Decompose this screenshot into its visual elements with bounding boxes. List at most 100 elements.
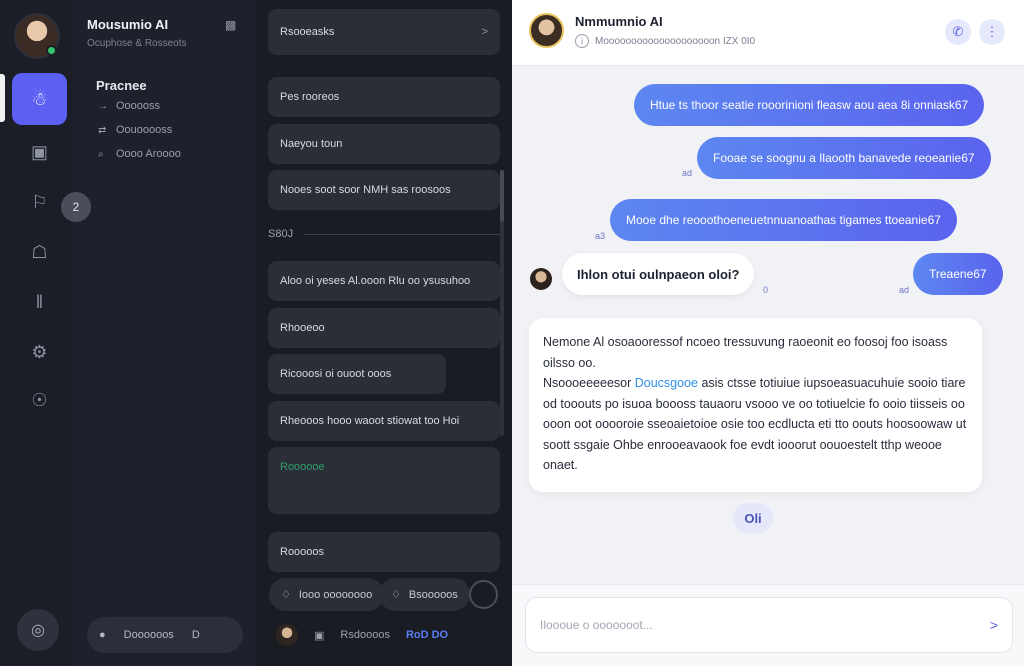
list-footer-accent[interactable]: RoD DO: [406, 629, 448, 641]
list-item-label: Ricooosi oi ouoot ooos: [280, 368, 392, 380]
chat-header: Nmmumnio AI i Moooooooooooooooooooon IZX…: [512, 0, 1024, 66]
active-indicator: [0, 74, 5, 122]
nav-item-label: Oooooss: [116, 100, 161, 112]
scrollbar-thumb[interactable]: [500, 170, 504, 222]
rail-briefcase-button[interactable]: ☖: [12, 226, 67, 278]
quick-reply-chip[interactable]: Oli: [733, 503, 773, 533]
send-icon[interactable]: >: [990, 617, 998, 633]
composer: >: [512, 584, 1024, 666]
list-divider: S80J: [268, 228, 500, 240]
reply-link[interactable]: Doucsgooe: [635, 376, 698, 390]
rail-footer-button[interactable]: ◎: [17, 609, 59, 651]
list-scrollbar[interactable]: [500, 170, 504, 436]
filter-pill[interactable]: ♢ Bsooooos: [379, 578, 470, 611]
composer-box: >: [525, 597, 1013, 653]
chevron-right-icon: >: [481, 26, 488, 38]
list-item-label: Nooes soot soor NMH sas roosoos: [280, 184, 451, 196]
icon-rail: ☃ ▣ ⚐ ☖ ‖ ⚙ ☉ ◎: [0, 0, 73, 666]
list-item[interactable]: Aloo oi yeses Al.ooon Rlu oo ysusuhoo: [268, 261, 500, 301]
nav-panel: Mousumio AI Ocuphose & Rosseots ▩ Pracne…: [61, 0, 256, 666]
chevron-icon: D: [191, 629, 200, 641]
rail-grid-button[interactable]: ▣: [12, 126, 67, 178]
nav-item-label: Oouooooss: [116, 124, 173, 136]
compose-box[interactable]: Roooooe: [268, 447, 500, 514]
nav-section-title: Pracnee: [96, 78, 147, 93]
reply-text: Nsoooeeeeesor: [543, 376, 635, 390]
rail-columns-button[interactable]: ‖: [12, 276, 67, 328]
grid-icon[interactable]: ▣: [314, 629, 324, 642]
status-ring-button[interactable]: [469, 580, 498, 609]
list-item[interactable]: Naeyou toun: [268, 124, 500, 164]
menu-icon: ⋮: [985, 24, 999, 39]
action-label: Rooooos: [280, 546, 325, 558]
rail-settings-button[interactable]: ⚙: [12, 326, 67, 378]
list-footer-label[interactable]: Rsdoooos: [340, 629, 390, 641]
online-indicator: [46, 45, 57, 56]
rail-bookmark-button[interactable]: ⚐: [12, 176, 67, 228]
nav-footer-label: Doooooos: [123, 629, 174, 641]
swap-icon: ⇄: [98, 124, 107, 136]
assistant-mini-avatar: [530, 268, 552, 290]
mini-avatar[interactable]: [276, 624, 298, 646]
bookmark-icon: ⚐: [31, 191, 48, 212]
count-badge[interactable]: 2: [61, 192, 91, 222]
message-text: Mooe dhe reooothoeneuetnnuanoathas tigam…: [626, 213, 941, 227]
list-item-label: Pes rooreos: [280, 91, 340, 103]
list-item-label: Rhooeoo: [280, 322, 325, 334]
rail-robot-button[interactable]: ☉: [12, 374, 67, 426]
nav-footer-button[interactable]: ● Doooooos D: [87, 617, 243, 653]
nav-item[interactable]: → Oooooss: [98, 100, 160, 112]
chat-status: i Moooooooooooooooooooon IZX 0I0: [575, 34, 755, 48]
app-subtitle: Ocuphose & Rosseots: [87, 38, 187, 49]
reply-text: Nemone Al osoaooressof ncoeo tressuvung …: [543, 335, 948, 370]
outgoing-message: Treaene67: [913, 253, 1003, 295]
read-receipt-icon: a3: [595, 231, 606, 241]
robot-icon: ☉: [31, 389, 48, 410]
incoming-message: Ihlon otui oulnpaeon oloi?: [562, 253, 755, 295]
arrow-icon: →: [98, 100, 108, 112]
call-button[interactable]: ✆: [945, 19, 971, 45]
list-action-button[interactable]: Rooooos: [268, 532, 500, 572]
filter-pill[interactable]: ♢ Iooo oooooooo: [269, 578, 385, 611]
nav-item[interactable]: ⇄ Oouooooss: [98, 124, 172, 136]
assistant-avatar[interactable]: [529, 13, 564, 48]
reply-text: asis ctsse totiuiue iupsoeasuacuhuie soo…: [543, 376, 967, 472]
rail-users-button[interactable]: ☃: [12, 73, 67, 125]
assistant-reply: Nemone Al osoaooressof ncoeo tressuvung …: [529, 318, 982, 492]
briefcase-icon: ☖: [31, 241, 48, 262]
list-header-button[interactable]: Rsooeasks >: [268, 9, 500, 55]
chat-title: Nmmumnio AI: [575, 14, 663, 29]
divider-label: S80J: [268, 228, 294, 240]
options-button[interactable]: ⋮: [979, 19, 1005, 45]
message-text: Treaene67: [929, 267, 987, 281]
phone-icon: ✆: [952, 24, 964, 39]
nav-item-label: Oooo Aroooo: [116, 148, 181, 160]
list-header-label: Rsooeasks: [280, 26, 335, 38]
nav-item[interactable]: ⌕ Oooo Aroooo: [98, 148, 181, 160]
columns-icon: ‖: [35, 291, 44, 312]
read-receipt-icon: ad: [682, 168, 693, 178]
list-item[interactable]: Rhooeoo: [268, 308, 500, 348]
pill-label: Bsooooos: [408, 588, 458, 601]
target-icon: ◎: [31, 622, 45, 639]
list-item[interactable]: Nooes soot soor NMH sas roosoos: [268, 170, 500, 210]
settings-icon: ⚙: [31, 341, 48, 362]
list-item[interactable]: Pes rooreos: [268, 77, 500, 117]
conversation-list: Rsooeasks > Pes rooreos Naeyou toun Nooe…: [256, 0, 512, 666]
outgoing-message: Mooe dhe reooothoeneuetnnuanoathas tigam…: [610, 199, 957, 241]
grid-icon: ▣: [30, 141, 48, 162]
info-icon: i: [575, 34, 589, 48]
user-avatar[interactable]: [14, 13, 60, 59]
read-receipt-icon: 0: [763, 285, 769, 295]
list-item[interactable]: Ricooosi oi ouoot ooos: [268, 354, 446, 394]
list-item[interactable]: Rheooos hooo waoot stiowat too Hoi: [268, 401, 500, 441]
message-text: Fooae se soognu a Ilaooth banavede reoea…: [713, 151, 975, 165]
message-input[interactable]: [540, 618, 990, 632]
dot-icon: ●: [99, 629, 106, 641]
pill-label: Iooo oooooooo: [298, 588, 373, 601]
list-footer: ▣ Rsdoooos RoD DO: [276, 624, 448, 646]
window-icon[interactable]: ▩: [225, 18, 236, 32]
search-icon: ⌕: [98, 148, 104, 160]
chat-status-text: Moooooooooooooooooooon IZX 0I0: [595, 35, 756, 47]
list-item-label: Aloo oi yeses Al.ooon Rlu oo ysusuhoo: [280, 275, 471, 287]
